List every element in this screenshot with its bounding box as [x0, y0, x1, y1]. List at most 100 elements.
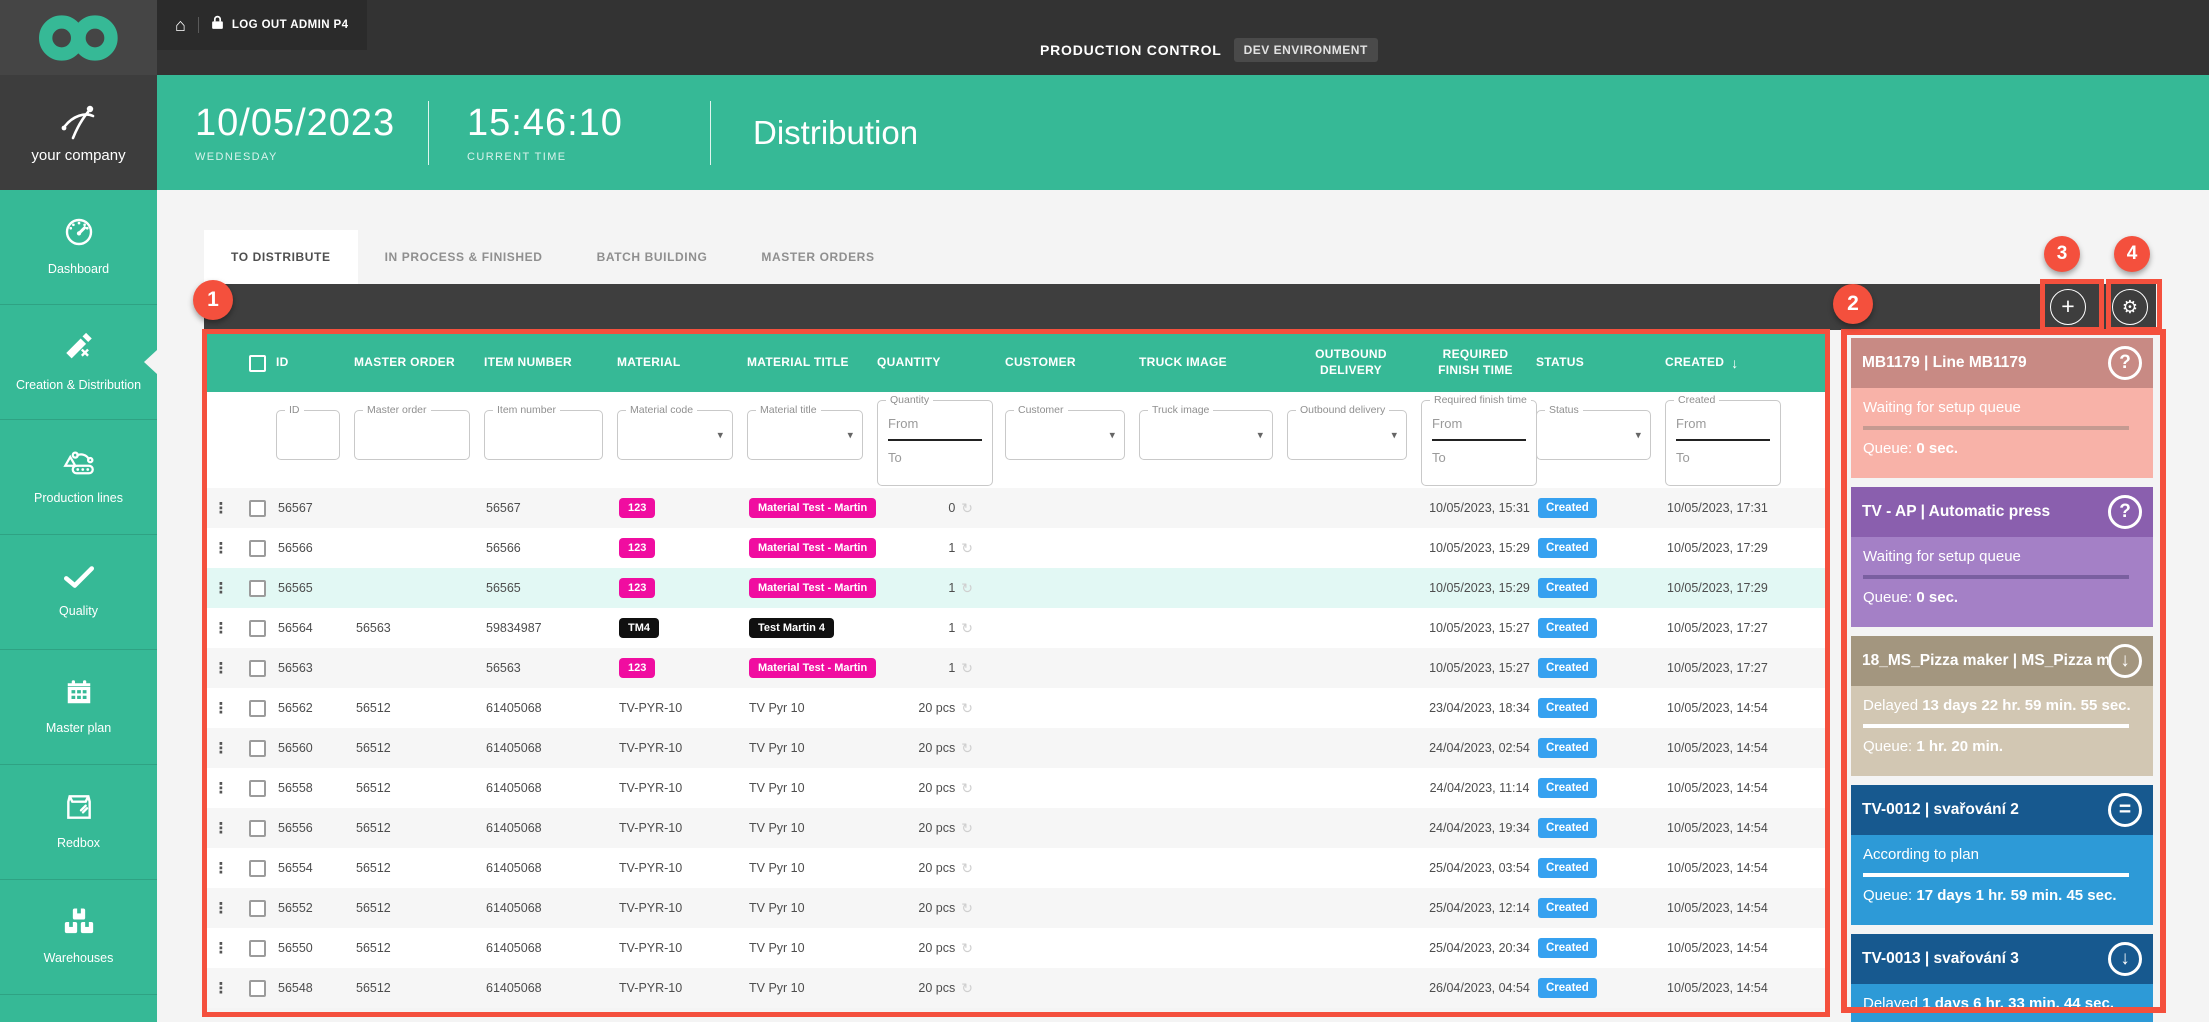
- row-menu-button[interactable]: ⋮: [204, 659, 238, 677]
- filter-item-number-input[interactable]: [485, 411, 602, 459]
- filter-outbound-delivery-select[interactable]: [1288, 411, 1406, 459]
- material-badge: TV-PYR-10: [619, 861, 682, 875]
- tab-master-orders[interactable]: MASTER ORDERS: [734, 230, 901, 284]
- line-card: MB1179 | Line MB1179?Waiting for setup q…: [1851, 338, 2153, 478]
- column-header-status[interactable]: STATUS: [1536, 355, 1665, 371]
- table-row[interactable]: ⋮5656756567123Material Test - Martin0↻10…: [204, 488, 1825, 528]
- line-card-title: MB1179 | Line MB1179: [1862, 354, 2108, 372]
- status-badge: Created: [1538, 898, 1597, 918]
- filter-quantity-from-input[interactable]: [888, 407, 982, 439]
- sidebar-item-warehouses[interactable]: Warehouses: [0, 880, 157, 995]
- table-row[interactable]: ⋮5656656566123Material Test - Martin1↻10…: [204, 528, 1825, 568]
- row-menu-button[interactable]: ⋮: [204, 579, 238, 597]
- home-icon[interactable]: ⌂: [175, 16, 186, 34]
- filter-master-order-input[interactable]: [355, 411, 469, 459]
- line-card-queue: Queue: 1 hr. 20 min.: [1863, 738, 2141, 755]
- row-checkbox[interactable]: [249, 620, 266, 637]
- table-row[interactable]: ⋮565625651261405068TV-PYR-10TV Pyr 1020 …: [204, 688, 1825, 728]
- column-header-master-order[interactable]: MASTER ORDER: [354, 355, 484, 371]
- sidebar-item-production-lines[interactable]: Production lines: [0, 420, 157, 535]
- sidebar-item-redbox[interactable]: Redbox: [0, 765, 157, 880]
- row-checkbox[interactable]: [249, 700, 266, 717]
- row-checkbox[interactable]: [249, 540, 266, 557]
- arrow-down-icon[interactable]: ↓: [2108, 644, 2142, 678]
- table-row[interactable]: ⋮565585651261405068TV-PYR-10TV Pyr 1020 …: [204, 768, 1825, 808]
- row-checkbox[interactable]: [249, 780, 266, 797]
- column-header-quantity[interactable]: QUANTITY: [877, 355, 1005, 371]
- row-checkbox[interactable]: [249, 580, 266, 597]
- row-checkbox[interactable]: [249, 660, 266, 677]
- column-header-truck-image[interactable]: TRUCK IMAGE: [1139, 355, 1287, 371]
- equals-icon[interactable]: =: [2108, 793, 2142, 827]
- row-menu-button[interactable]: ⋮: [204, 819, 238, 837]
- tab-batch-building[interactable]: BATCH BUILDING: [570, 230, 735, 284]
- column-header-item-number[interactable]: ITEM NUMBER: [484, 355, 617, 371]
- row-menu-button[interactable]: ⋮: [204, 539, 238, 557]
- table-row[interactable]: ⋮565605651261405068TV-PYR-10TV Pyr 1020 …: [204, 728, 1825, 768]
- table-row[interactable]: ⋮565485651261405068TV-PYR-10TV Pyr 1020 …: [204, 968, 1825, 1008]
- column-header-created[interactable]: CREATED↓: [1665, 354, 1825, 372]
- row-checkbox[interactable]: [249, 980, 266, 997]
- filter-created-to-input[interactable]: [1676, 441, 1770, 473]
- sidebar-item-dashboard[interactable]: Dashboard: [0, 190, 157, 305]
- filter-truck-image-select[interactable]: [1140, 411, 1272, 459]
- filter-required-finish-time-to-input[interactable]: [1432, 441, 1526, 473]
- filter-created-from-input[interactable]: [1676, 407, 1770, 439]
- line-card-header: TV - AP | Automatic press?: [1851, 487, 2153, 537]
- column-header-required-finish-time[interactable]: REQUIRED FINISH TIME: [1421, 347, 1536, 378]
- row-menu-button[interactable]: ⋮: [204, 619, 238, 637]
- filter-material-code-select[interactable]: [618, 411, 732, 459]
- row-menu-button[interactable]: ⋮: [204, 499, 238, 517]
- column-header-material-title[interactable]: MATERIAL TITLE: [747, 355, 877, 371]
- filter-id-input[interactable]: [277, 411, 339, 459]
- column-header-material[interactable]: MATERIAL: [617, 355, 747, 371]
- row-menu-button[interactable]: ⋮: [204, 939, 238, 957]
- row-menu-button[interactable]: ⋮: [204, 699, 238, 717]
- sidebar-item-quality[interactable]: Quality: [0, 535, 157, 650]
- add-button[interactable]: +: [2050, 289, 2086, 325]
- settings-button[interactable]: ⚙: [2112, 289, 2148, 325]
- quantity-value: 20 pcs: [918, 741, 955, 755]
- column-header-id[interactable]: ID: [276, 355, 354, 371]
- table-row[interactable]: ⋮565565651261405068TV-PYR-10TV Pyr 1020 …: [204, 808, 1825, 848]
- filter-status-select[interactable]: [1537, 411, 1650, 459]
- cell-material: TV-PYR-10: [617, 901, 747, 915]
- row-menu-button[interactable]: ⋮: [204, 899, 238, 917]
- table-row[interactable]: ⋮565525651261405068TV-PYR-10TV Pyr 1020 …: [204, 888, 1825, 928]
- row-menu-button[interactable]: ⋮: [204, 779, 238, 797]
- line-card: TV-0013 | svařování 3↓Delayed 1 days 6 h…: [1851, 934, 2153, 1022]
- filter-customer-select[interactable]: [1006, 411, 1124, 459]
- column-header-outbound-delivery[interactable]: OUTBOUND DELIVERY: [1287, 347, 1421, 378]
- row-checkbox[interactable]: [249, 820, 266, 837]
- column-header-customer[interactable]: CUSTOMER: [1005, 355, 1139, 371]
- select-all-checkbox[interactable]: [249, 355, 266, 372]
- question-icon[interactable]: ?: [2108, 495, 2142, 529]
- row-checkbox[interactable]: [249, 740, 266, 757]
- row-menu-button[interactable]: ⋮: [204, 859, 238, 877]
- table-row[interactable]: ⋮565505651261405068TV-PYR-10TV Pyr 1020 …: [204, 928, 1825, 968]
- table-row[interactable]: ⋮5656356563123Material Test - Martin1↻10…: [204, 648, 1825, 688]
- row-checkbox[interactable]: [249, 900, 266, 917]
- row-menu-button[interactable]: ⋮: [204, 979, 238, 997]
- tab-in-process-finished[interactable]: IN PROCESS & FINISHED: [358, 230, 570, 284]
- sidebar-item-creation-distribution[interactable]: Creation & Distribution: [0, 305, 157, 420]
- status-badge: Created: [1538, 578, 1597, 598]
- table-row[interactable]: ⋮5656556565123Material Test - Martin1↻10…: [204, 568, 1825, 608]
- row-checkbox[interactable]: [249, 500, 266, 517]
- filter-quantity-to-input[interactable]: [888, 441, 982, 473]
- tab-to-distribute[interactable]: TO DISTRIBUTE: [204, 230, 358, 284]
- question-icon[interactable]: ?: [2108, 346, 2142, 380]
- row-checkbox[interactable]: [249, 860, 266, 877]
- table-row[interactable]: ⋮565645656359834987TM4Test Martin 41↻10/…: [204, 608, 1825, 648]
- arrow-down-icon[interactable]: ↓: [2108, 942, 2142, 976]
- row-menu-button[interactable]: ⋮: [204, 739, 238, 757]
- sidebar-item-master-plan[interactable]: Master plan: [0, 650, 157, 765]
- company-name: your company: [31, 147, 125, 164]
- quantity-value: 0: [948, 501, 955, 515]
- table-row[interactable]: ⋮565545651261405068TV-PYR-10TV Pyr 1020 …: [204, 848, 1825, 888]
- filter-material-title-select[interactable]: [748, 411, 862, 459]
- logout-button[interactable]: LOG OUT ADMIN P4: [232, 19, 349, 31]
- filter-required-finish-time-from-input[interactable]: [1432, 407, 1526, 439]
- material-badge: TV-PYR-10: [619, 821, 682, 835]
- row-checkbox[interactable]: [249, 940, 266, 957]
